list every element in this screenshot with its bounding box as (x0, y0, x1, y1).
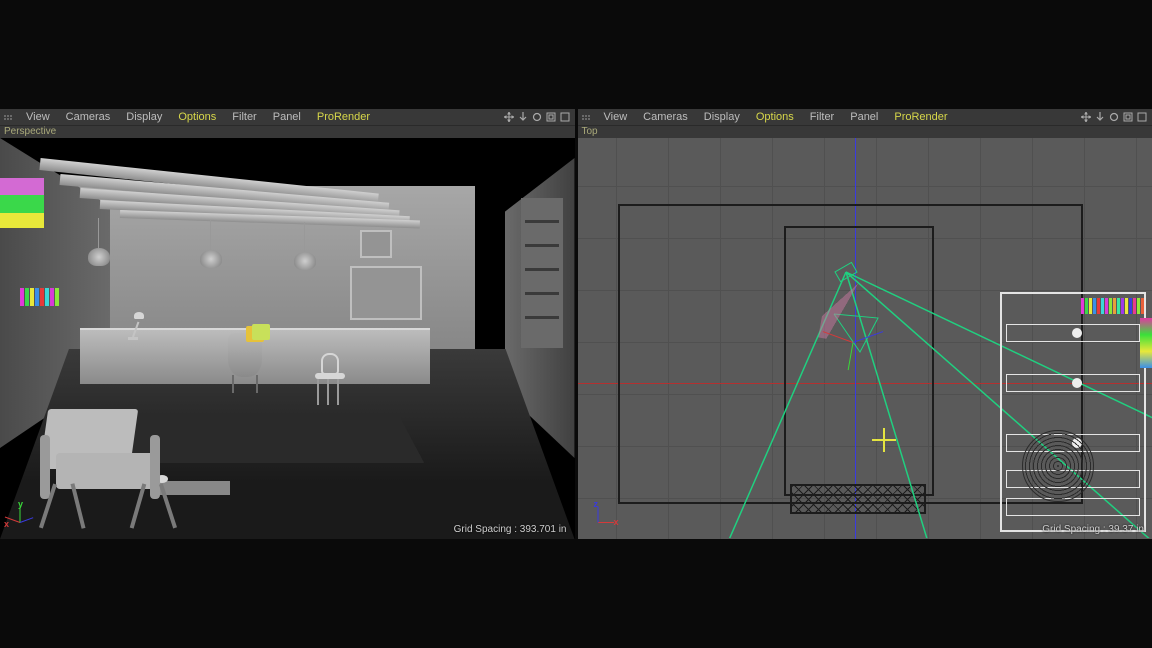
lounge-chair (16, 379, 186, 529)
menu-filter[interactable]: Filter (224, 109, 264, 126)
color-patch (0, 178, 44, 228)
axis-x-label: x (614, 517, 619, 527)
axis-x-label: x (4, 519, 9, 529)
viewport-label: Top (578, 126, 1152, 138)
menu-prorender[interactable]: ProRender (886, 109, 955, 126)
move-icon[interactable] (1080, 111, 1092, 123)
frame-icon[interactable] (1122, 111, 1134, 123)
grid-spacing-readout: Grid Spacing : 393.701 in (454, 524, 567, 535)
menu-panel[interactable]: Panel (265, 109, 309, 126)
light-gizmo (872, 428, 896, 452)
maximize-icon[interactable] (559, 111, 571, 123)
desk-lamp (120, 312, 146, 340)
grid-spacing-readout: Grid Spacing : 39.37 in (1042, 524, 1144, 535)
bookshelf-books (20, 288, 59, 306)
viewport-canvas-top[interactable]: x z Grid Spacing : 39.37 in (578, 138, 1152, 539)
scene-room (0, 138, 575, 539)
desk-chair (315, 353, 351, 407)
axis-gizmo: x y (6, 499, 40, 533)
menu-filter[interactable]: Filter (802, 109, 842, 126)
chandelier (88, 248, 110, 278)
chandelier (200, 250, 222, 280)
shelf-unit (521, 198, 563, 348)
viewport-canvas-perspective[interactable]: x y Grid Spacing : 393.701 in (0, 138, 575, 539)
viewport-top: View Cameras Display Options Filter Pane… (578, 109, 1152, 539)
maximize-icon[interactable] (1136, 111, 1148, 123)
viewport-nav-icons (503, 111, 571, 123)
rotate-icon[interactable] (531, 111, 543, 123)
viewport-label: Perspective (0, 126, 575, 138)
grip-icon[interactable] (582, 115, 592, 120)
viewport-nav-icons (1080, 111, 1148, 123)
wall-art-frame (350, 266, 422, 320)
menu-display[interactable]: Display (118, 109, 170, 126)
menu-options[interactable]: Options (170, 109, 224, 126)
menu-view[interactable]: View (596, 109, 636, 126)
menu-view[interactable]: View (18, 109, 58, 126)
axis-y-label: y (18, 499, 23, 509)
viewport-split: View Cameras Display Options Filter Pane… (0, 109, 1152, 539)
wall-art-frame (360, 230, 392, 258)
color-strip (1140, 318, 1152, 368)
chandelier (294, 252, 316, 282)
rotate-icon[interactable] (1108, 111, 1120, 123)
menu-cameras[interactable]: Cameras (58, 109, 119, 126)
menu-prorender[interactable]: ProRender (309, 109, 378, 126)
menu-panel[interactable]: Panel (842, 109, 886, 126)
axis-z-label: z (594, 499, 599, 509)
grip-icon[interactable] (4, 115, 14, 120)
camera-view-cone (818, 278, 888, 348)
menu-display[interactable]: Display (696, 109, 748, 126)
axis-gizmo: x z (584, 499, 618, 533)
frame-icon[interactable] (545, 111, 557, 123)
menu-cameras[interactable]: Cameras (635, 109, 696, 126)
viewport-menu-bar: View Cameras Display Options Filter Pane… (0, 109, 575, 126)
drop-down-icon[interactable] (517, 111, 529, 123)
books-top-view (1081, 298, 1144, 314)
drop-down-icon[interactable] (1094, 111, 1106, 123)
plant (252, 324, 270, 340)
sphere-wireframe (1022, 430, 1094, 502)
menu-options[interactable]: Options (748, 109, 802, 126)
draped-stool (228, 333, 262, 393)
move-icon[interactable] (503, 111, 515, 123)
viewport-perspective: View Cameras Display Options Filter Pane… (0, 109, 575, 539)
viewport-menu-bar: View Cameras Display Options Filter Pane… (578, 109, 1152, 126)
